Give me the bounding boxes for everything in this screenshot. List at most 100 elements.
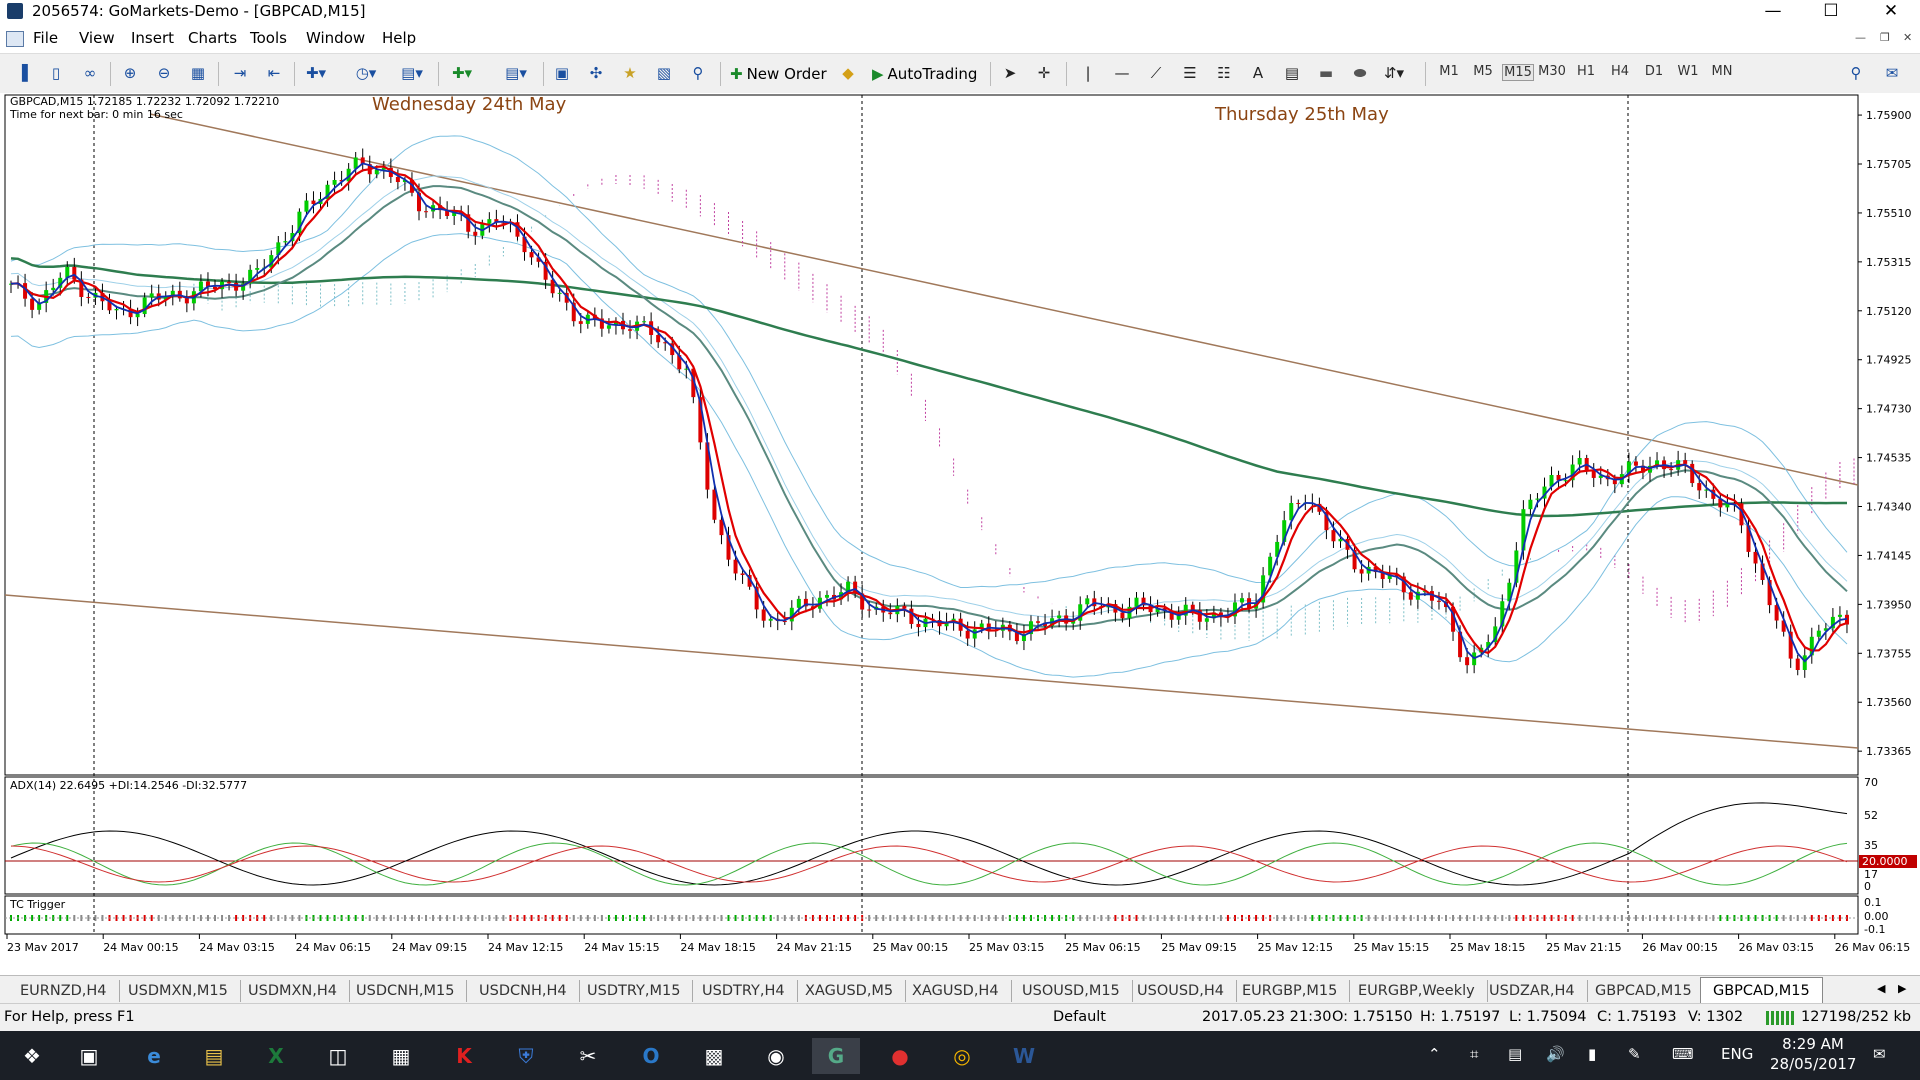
zoom-in-icon[interactable]: ⊕ <box>118 62 142 84</box>
chart-window[interactable]: GBPCAD,M15 1.72185 1.72232 1.72092 1.722… <box>0 93 1920 954</box>
clock-date[interactable]: 28/05/2017 <box>1770 1055 1856 1073</box>
arrows-icon[interactable]: ⇵▾ <box>1382 62 1406 84</box>
tab-scroll-left-icon[interactable]: ◀ <box>1877 982 1885 995</box>
menu-file[interactable]: File <box>33 29 58 47</box>
line-chart-icon[interactable]: ∞ <box>78 62 102 84</box>
windows-start-icon[interactable]: ❖ <box>8 1038 56 1074</box>
timeframe-w1[interactable]: W1 <box>1673 64 1703 79</box>
rectangle-icon[interactable]: ▬ <box>1314 62 1338 84</box>
timeframe-m1[interactable]: M1 <box>1434 64 1464 79</box>
k-app-icon[interactable]: K <box>440 1038 488 1074</box>
autotrading-button[interactable]: ▶ AutoTrading <box>868 62 981 86</box>
crosshair-icon[interactable]: ✛ <box>1032 62 1056 84</box>
mdi-minimize-icon[interactable]: — <box>1855 31 1866 44</box>
chrome-icon[interactable]: ◎ <box>938 1038 986 1074</box>
wifi-icon[interactable]: ⌗ <box>1470 1045 1478 1063</box>
navigator-icon[interactable]: ★ <box>618 62 642 84</box>
new-chart-icon[interactable]: ✚▾ <box>450 62 474 84</box>
minimize-icon[interactable]: — <box>1750 0 1796 23</box>
candlestick-icon[interactable]: ▯ <box>44 62 68 84</box>
tab-eurnzd-h4[interactable]: EURNZD,H4 <box>8 980 120 1002</box>
terminal-icon[interactable]: ▧ <box>652 62 676 84</box>
tab-gbpcad-m15-active[interactable]: GBPCAD,M15 <box>1700 977 1823 1004</box>
ellipse-icon[interactable]: ⬬ <box>1348 62 1372 84</box>
tile-windows-icon[interactable]: ▦ <box>186 62 210 84</box>
menu-help[interactable]: Help <box>382 29 416 47</box>
menu-tools[interactable]: Tools <box>250 29 287 47</box>
tray-chevron-icon[interactable]: ⌃ <box>1428 1045 1441 1063</box>
timeframe-h4[interactable]: H4 <box>1605 64 1635 79</box>
tab-scroll-right-icon[interactable]: ▶ <box>1898 982 1906 995</box>
tab-usdtry-h4[interactable]: USDTRY,H4 <box>690 980 798 1002</box>
strategy-tester-icon[interactable]: ⚲ <box>686 62 710 84</box>
menu-window[interactable]: Window <box>306 29 365 47</box>
notification-icon[interactable]: ✉ <box>1873 1045 1886 1063</box>
connection-icon[interactable] <box>1766 1011 1796 1025</box>
tab-xagusd-m5[interactable]: XAGUSD,M5 <box>793 980 907 1002</box>
battery-icon[interactable]: ▮ <box>1588 1045 1596 1063</box>
shield-icon[interactable]: ⛨ <box>502 1038 550 1074</box>
tab-usousd-m15[interactable]: USOUSD,M15 <box>1010 980 1133 1002</box>
autoscroll-icon[interactable]: ⇥ <box>228 62 252 84</box>
tab-eurgbp-m15[interactable]: EURGBP,M15 <box>1230 980 1351 1002</box>
tab-eurgbp-weekly[interactable]: EURGBP,Weekly <box>1346 980 1488 1002</box>
metaeditor-icon[interactable]: ◆ <box>836 62 860 84</box>
price-chart[interactable]: GBPCAD,M15 1.72185 1.72232 1.72092 1.722… <box>0 93 1920 954</box>
store-icon[interactable]: ◫ <box>314 1038 362 1074</box>
channel-icon[interactable]: ☷ <box>1212 62 1236 84</box>
snipping-tool-icon[interactable]: ✂ <box>564 1038 612 1074</box>
menu-view[interactable]: View <box>79 29 115 47</box>
image-viewer-icon[interactable]: ▩ <box>690 1038 738 1074</box>
menu-charts[interactable]: Charts <box>188 29 237 47</box>
new-order-button[interactable]: ✚ New Order <box>726 62 831 86</box>
crosshair-nav-icon[interactable]: ✣ <box>584 62 608 84</box>
profiles-icon[interactable]: ▤▾ <box>504 62 528 84</box>
fibonacci-icon[interactable]: ☰ <box>1178 62 1202 84</box>
timeframe-m5[interactable]: M5 <box>1468 64 1498 79</box>
volume-icon[interactable]: 🔊 <box>1546 1045 1565 1063</box>
tab-xagusd-h4[interactable]: XAGUSD,H4 <box>900 980 1012 1002</box>
tab-usdmxn-m15[interactable]: USDMXN,M15 <box>116 980 241 1002</box>
search-icon[interactable]: ⚲ <box>1844 62 1868 84</box>
timeframe-m15[interactable]: M15 <box>1502 64 1534 81</box>
tab-usousd-h4[interactable]: USOUSD,H4 <box>1125 980 1237 1002</box>
tab-gbpcad-m15[interactable]: GBPCAD,M15 <box>1583 980 1705 1002</box>
file-explorer-icon[interactable]: ▤ <box>190 1038 238 1074</box>
trendline-icon[interactable]: ⟋ <box>1144 62 1168 84</box>
calculator-icon[interactable]: ▦ <box>377 1038 425 1074</box>
templates-icon[interactable]: ▤▾ <box>400 62 424 84</box>
mdi-close-icon[interactable]: ✕ <box>1903 31 1912 44</box>
mdi-restore-icon[interactable]: ❐ <box>1880 31 1890 44</box>
market-watch-icon[interactable]: ▣ <box>550 62 574 84</box>
tab-usdzar-h4[interactable]: USDZAR,H4 <box>1477 980 1588 1002</box>
vertical-line-icon[interactable]: | <box>1076 62 1100 84</box>
text-label-icon[interactable]: ▤ <box>1280 62 1304 84</box>
clock-time[interactable]: 8:29 AM <box>1778 1035 1848 1053</box>
keyboard-icon[interactable]: ⌨ <box>1672 1045 1694 1063</box>
excel-icon[interactable]: X <box>252 1038 300 1074</box>
chart-app-icon[interactable]: ● <box>876 1038 924 1074</box>
tab-usdcnh-m15[interactable]: USDCNH,M15 <box>344 980 468 1002</box>
maximize-icon[interactable]: ☐ <box>1808 0 1854 23</box>
timeframe-h1[interactable]: H1 <box>1571 64 1601 79</box>
gomarkets-icon[interactable]: G <box>812 1038 860 1074</box>
text-icon[interactable]: A <box>1246 62 1270 84</box>
tab-usdmxn-h4[interactable]: USDMXN,H4 <box>236 980 351 1002</box>
word-icon[interactable]: W <box>1000 1038 1048 1074</box>
close-icon[interactable]: ✕ <box>1868 0 1914 23</box>
cursor-icon[interactable]: ➤ <box>998 62 1022 84</box>
tab-usdcnh-h4[interactable]: USDCNH,H4 <box>467 980 580 1002</box>
indicators-icon[interactable]: ✚▾ <box>304 62 328 84</box>
periods-icon[interactable]: ◷▾ <box>354 62 378 84</box>
zoom-out-icon[interactable]: ⊖ <box>152 62 176 84</box>
timeframe-d1[interactable]: D1 <box>1639 64 1669 79</box>
chart-window-icon[interactable] <box>6 31 24 47</box>
timeframe-m30[interactable]: M30 <box>1537 64 1567 79</box>
edge-icon[interactable]: e <box>130 1038 178 1074</box>
horizontal-line-icon[interactable]: — <box>1110 62 1134 84</box>
menu-insert[interactable]: Insert <box>131 29 174 47</box>
network-icon[interactable]: ▤ <box>1508 1045 1522 1063</box>
pen-icon[interactable]: ✎ <box>1628 1045 1641 1063</box>
task-view-icon[interactable]: ▣ <box>65 1038 113 1074</box>
tab-usdtry-m15[interactable]: USDTRY,M15 <box>575 980 694 1002</box>
